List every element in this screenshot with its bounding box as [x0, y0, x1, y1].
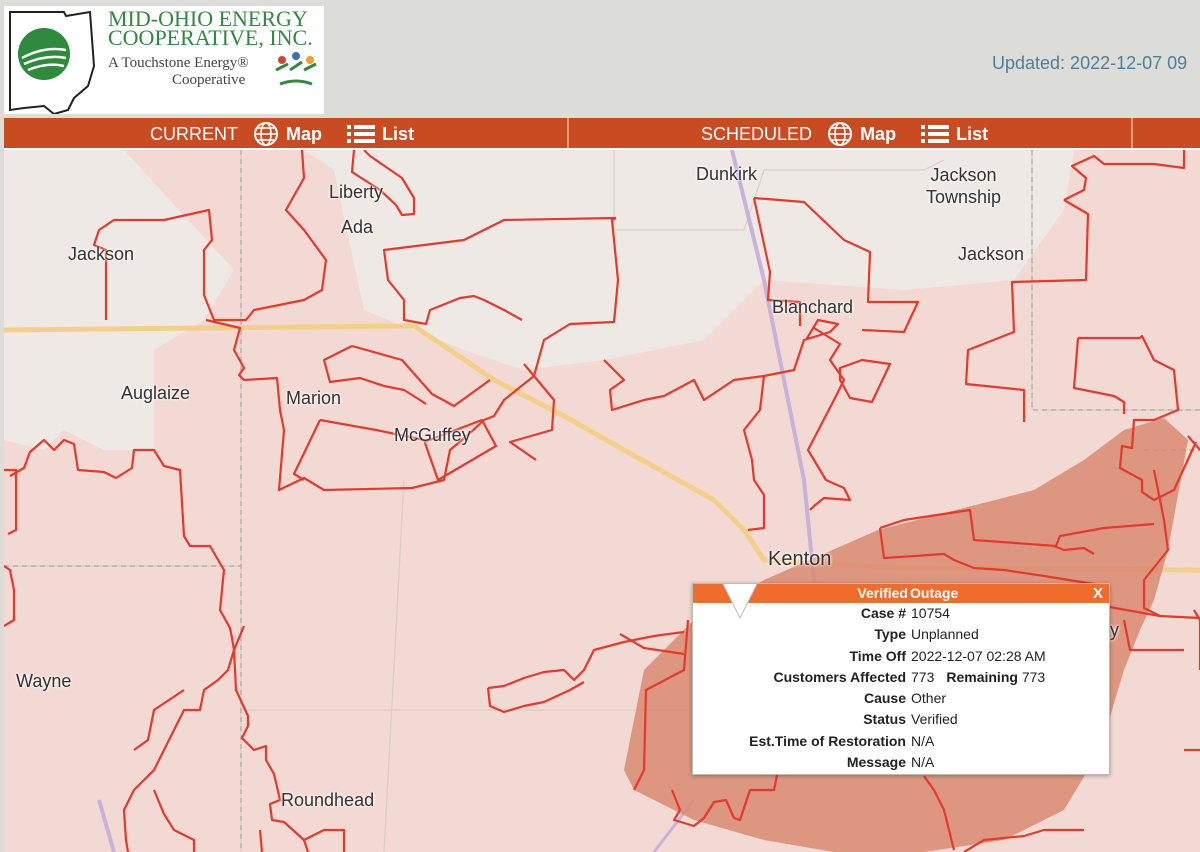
logo-line-4: Cooperative [172, 72, 246, 88]
place-label-jackson-west: Jackson [68, 244, 135, 264]
list-icon [347, 125, 376, 144]
row-value: 2022-12-07 02:28 AM [911, 647, 1046, 664]
row-label: Est.Time of Restoration [749, 732, 906, 749]
popup-row-status: Status Verified [693, 709, 1109, 730]
popup-row-time-off: Time Off 2022-12-07 02:28 AM [693, 646, 1109, 667]
row-label: Case # [860, 605, 906, 621]
nav-current-list-link[interactable]: List [347, 123, 414, 144]
nav-bar: CURRENT Map List SCHEDULED Map List [4, 118, 1200, 150]
popup-row-type: Type Unplanned [693, 624, 1109, 645]
customers-affected-value: 773 [911, 668, 935, 685]
popup-title-outage: Outage [910, 585, 959, 601]
place-label-marion: Marion [286, 388, 342, 408]
globe-icon [254, 122, 279, 147]
place-label-auglaize: Auglaize [121, 383, 191, 403]
outage-map[interactable]: Liberty Ada Dunkirk Jackson Township Jac… [4, 150, 1200, 852]
row-value: N/A [911, 754, 935, 771]
nav-scheduled-section: SCHEDULED Map List [701, 118, 988, 148]
place-label-jackson-east: Jackson [958, 244, 1025, 264]
place-label-roundhead: Roundhead [281, 790, 375, 810]
place-label-jackson-township: Jackson Township [926, 165, 1002, 207]
ohio-state-logo-icon [9, 10, 96, 116]
list-icon [921, 125, 950, 144]
row-value: 773 Remaining 773 [911, 667, 1045, 688]
updated-timestamp: Updated: 2022-12-07 09 [992, 53, 1188, 73]
place-label-dunkirk: Dunkirk [696, 164, 758, 184]
nav-current-map-label: Map [286, 124, 323, 145]
popup-row-etr: Est.Time of Restoration N/A [693, 731, 1109, 752]
row-label: Cause [863, 690, 906, 707]
row-label: Status [863, 711, 906, 728]
remaining-label: Remaining [946, 668, 1018, 685]
nav-current-section: CURRENT Map List [150, 118, 414, 148]
row-label: Time Off [849, 647, 906, 664]
row-value: Unplanned [911, 626, 979, 643]
place-label-wayne: Wayne [16, 671, 72, 691]
nav-divider [1131, 118, 1133, 148]
outage-popup: Verified Outage X Case # 10754 Type Unplan… [692, 583, 1110, 775]
row-label: Customers Affected [773, 668, 906, 685]
place-label-blanchard: Blanchard [772, 297, 854, 317]
place-label-liberty: Liberty [329, 182, 384, 202]
place-label-kenton: Kenton [768, 548, 832, 570]
row-label: Type [874, 626, 906, 643]
place-label-partial: y [1110, 620, 1119, 640]
popup-row-customers: Customers Affected 773 Remaining 773 [693, 667, 1109, 688]
globe-icon [828, 122, 853, 147]
company-logo[interactable]: MID-OHIO ENERGY COOPERATIVE, INC. A Touc… [4, 6, 324, 116]
page-header: MID-OHIO ENERGY COOPERATIVE, INC. A Touc… [0, 0, 1200, 118]
popup-row-message: Message N/A [693, 752, 1109, 773]
row-value: Other [911, 690, 947, 707]
nav-scheduled-map-label: Map [860, 124, 897, 145]
nav-scheduled-map-link[interactable]: Map [827, 122, 901, 147]
remaining-value: 773 [1021, 668, 1046, 685]
place-label-mcguffey: McGuffey [394, 425, 471, 445]
nav-current-label: CURRENT [150, 124, 238, 145]
logo-line-2: COOPERATIVE, INC. [108, 25, 313, 50]
place-label-ada: Ada [341, 217, 374, 237]
touchstone-people-icon [275, 52, 317, 86]
nav-scheduled-list-label: List [956, 124, 989, 145]
row-value: N/A [911, 732, 935, 749]
nav-current-map-link[interactable]: Map [253, 122, 327, 147]
logo-line-3: A Touchstone Energy® [108, 55, 249, 71]
nav-current-list-label: List [382, 124, 415, 145]
popup-close-button[interactable]: X [1093, 584, 1103, 603]
nav-scheduled-label: SCHEDULED [701, 124, 813, 145]
row-value: 10754 [911, 605, 950, 621]
popup-title-verified: Verified [857, 585, 908, 601]
popup-row-cause: Cause Other [693, 688, 1109, 709]
nav-scheduled-list-link[interactable]: List [921, 123, 988, 144]
row-label: Message [846, 754, 906, 771]
nav-divider [567, 118, 569, 148]
row-value: Verified [911, 711, 958, 728]
popup-pointer [723, 584, 757, 618]
